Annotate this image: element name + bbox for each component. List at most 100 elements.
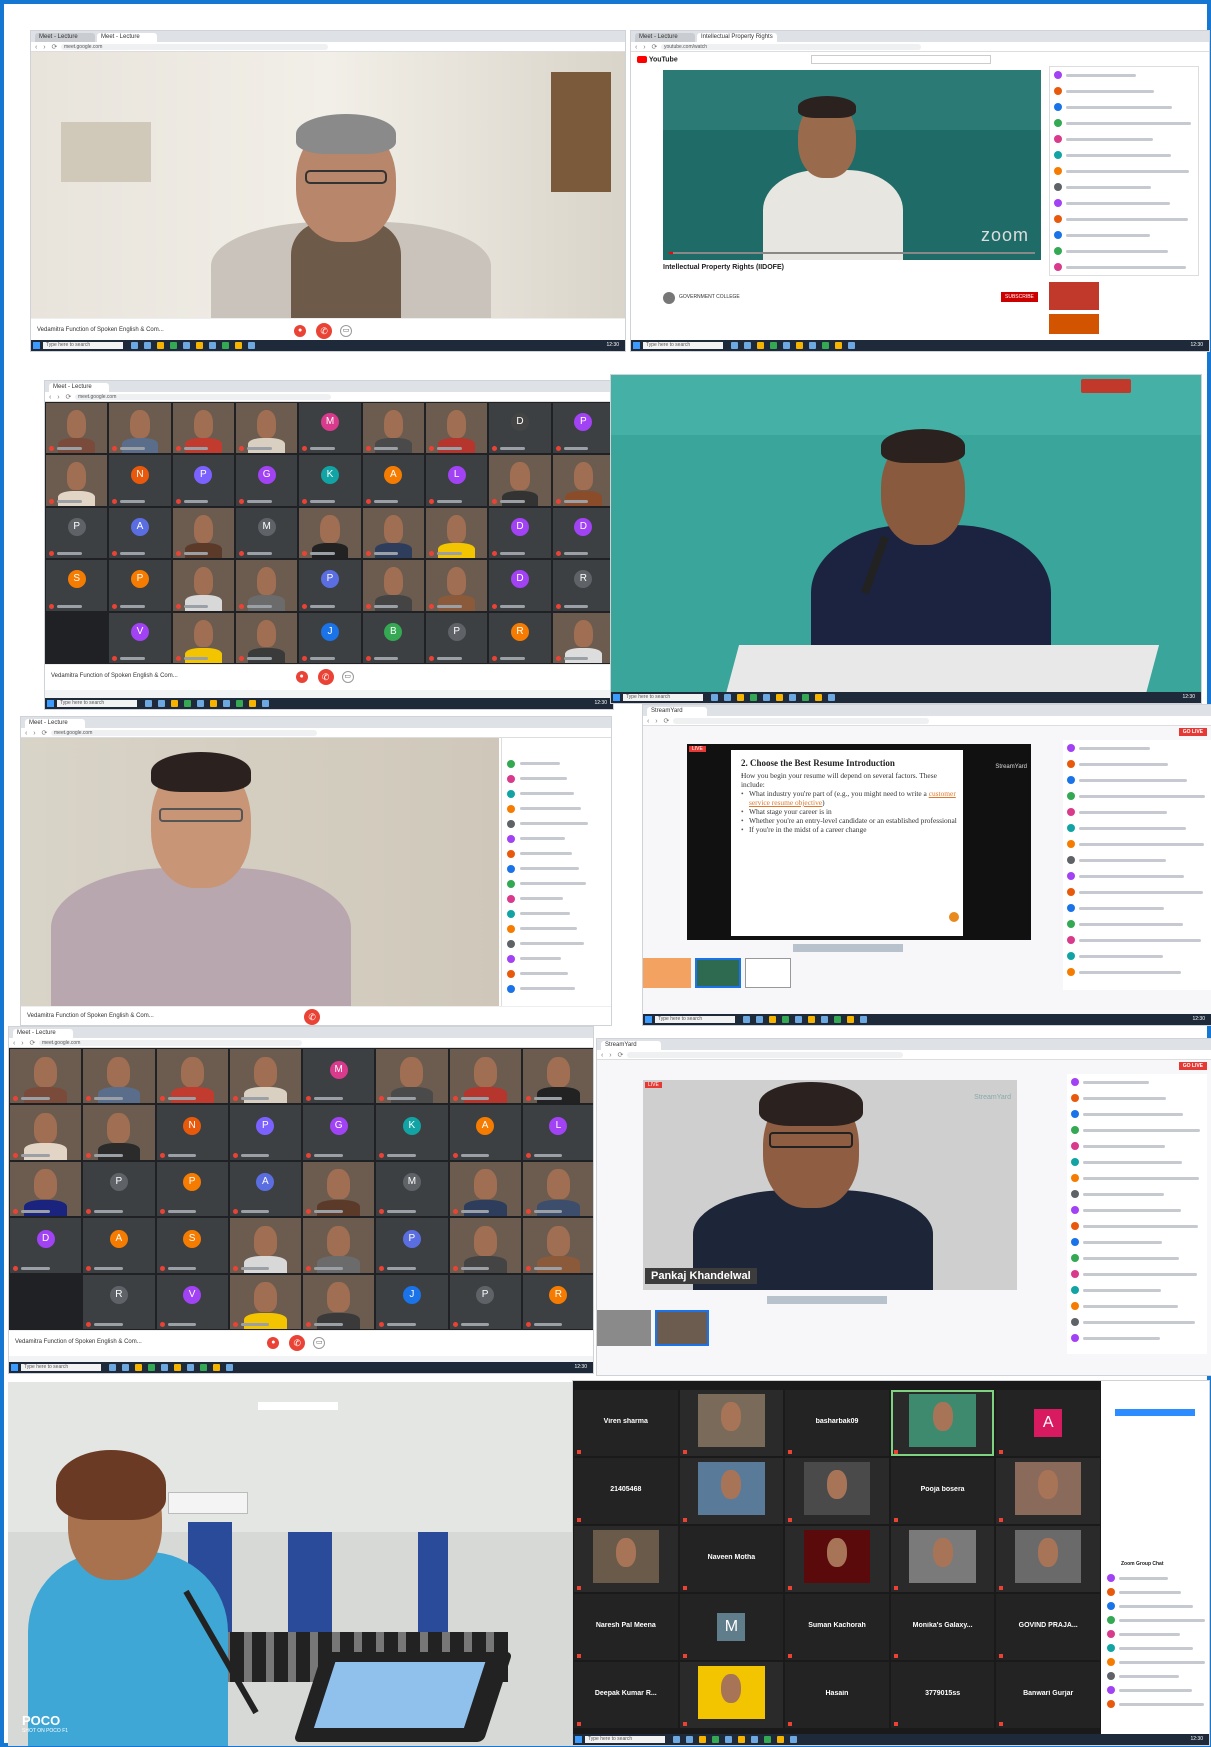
participant-tile[interactable]	[46, 455, 108, 506]
participant-list-item[interactable]	[502, 861, 611, 876]
participant-tile[interactable]: G	[303, 1105, 375, 1160]
zoom-participant-tile[interactable]: 21405468	[574, 1458, 678, 1524]
participant-tile[interactable]: A	[229, 1161, 301, 1217]
participant-list-item[interactable]	[502, 801, 611, 816]
youtube-player[interactable]: zoom	[663, 70, 1041, 260]
tab-meet[interactable]: Meet - Lecture	[25, 719, 85, 728]
participant-tile[interactable]	[522, 1218, 593, 1273]
taskbar-search[interactable]: Type here to search	[57, 700, 137, 707]
participant-tile[interactable]	[229, 1274, 301, 1329]
participant-tile[interactable]: B	[362, 612, 424, 663]
participant-tile[interactable]	[303, 1218, 375, 1273]
channel-name[interactable]: GOVERNMENT COLLEGE	[679, 294, 740, 300]
participant-tile[interactable]: S	[46, 560, 108, 611]
participant-tile[interactable]: M	[299, 403, 361, 454]
participant-tile[interactable]	[109, 403, 171, 454]
participant-tile[interactable]	[10, 1049, 82, 1104]
participant-tile[interactable]	[235, 560, 298, 611]
scene-thumb-1[interactable]	[597, 1310, 651, 1346]
participant-list-item[interactable]	[502, 936, 611, 951]
participant-tile[interactable]: R	[83, 1274, 155, 1329]
participant-tile[interactable]: L	[425, 455, 488, 506]
layout-buttons[interactable]	[767, 1296, 887, 1304]
windows-start-icon[interactable]	[633, 342, 640, 349]
participant-tile[interactable]	[172, 507, 234, 559]
participant-tile[interactable]: P	[299, 560, 361, 611]
url-field[interactable]: meet.google.com	[51, 730, 317, 736]
participant-tile[interactable]	[362, 403, 424, 454]
participant-tile[interactable]: L	[522, 1105, 593, 1160]
participant-tile[interactable]	[449, 1161, 521, 1217]
participant-tile[interactable]: V	[156, 1274, 228, 1329]
zoom-participant-tile[interactable]: Naveen Motha	[679, 1526, 784, 1592]
zoom-participant-tile[interactable]	[890, 1526, 995, 1592]
recommended-thumb[interactable]	[1049, 282, 1099, 310]
zoom-participant-tile[interactable]	[679, 1390, 784, 1456]
participant-buttons[interactable]	[1115, 1409, 1195, 1416]
url-field[interactable]: meet.google.com	[75, 394, 331, 400]
nav-arrows-icon[interactable]: ‹ › ⟳	[635, 43, 659, 51]
participant-list-item[interactable]	[502, 906, 611, 921]
phone-end-icon[interactable]: ✆	[304, 1009, 321, 1025]
participant-list-item[interactable]	[502, 951, 611, 966]
participant-tile[interactable]: D	[489, 403, 551, 454]
participant-tile[interactable]	[10, 1274, 82, 1329]
zoom-participant-tile[interactable]: Hasain	[785, 1662, 889, 1728]
participant-tile[interactable]	[10, 1105, 82, 1160]
participant-tile[interactable]: A	[449, 1105, 521, 1160]
participant-tile[interactable]	[425, 507, 488, 559]
taskbar-search[interactable]: Type here to search	[643, 342, 723, 349]
participant-tile[interactable]: G	[235, 455, 298, 506]
participant-tile[interactable]	[362, 560, 424, 611]
mic-off-icon[interactable]: ●	[294, 325, 307, 337]
zoom-participant-tile[interactable]: basharbak09	[785, 1390, 889, 1456]
participant-tile[interactable]: J	[299, 612, 361, 663]
participant-tile[interactable]: N	[156, 1105, 228, 1160]
participant-tile[interactable]: P	[552, 403, 613, 454]
nav-arrows-icon[interactable]: ‹ › ⟳	[25, 729, 49, 737]
zoom-participant-tile[interactable]	[679, 1458, 784, 1524]
tab-meet[interactable]: Meet - Lecture	[35, 33, 95, 42]
participant-tile[interactable]	[489, 455, 551, 506]
participant-tile[interactable]	[229, 1218, 301, 1273]
tab-streamyard[interactable]: StreamYard	[647, 707, 707, 716]
participant-tile[interactable]	[229, 1049, 301, 1104]
participant-tile[interactable]: K	[376, 1105, 448, 1160]
participant-tile[interactable]: P	[156, 1161, 228, 1217]
participant-tile[interactable]: R	[552, 560, 613, 611]
participant-tile[interactable]	[522, 1161, 593, 1217]
participant-tile[interactable]: D	[10, 1218, 82, 1273]
taskbar-search[interactable]: Type here to search	[623, 694, 703, 701]
participant-tile[interactable]: P	[449, 1274, 521, 1329]
nav-arrows-icon[interactable]: ‹ › ⟳	[647, 717, 671, 725]
participant-tile[interactable]: R	[489, 612, 551, 663]
participant-tile[interactable]	[83, 1105, 155, 1160]
zoom-participant-tile[interactable]: Monika's Galaxy...	[890, 1594, 995, 1660]
taskbar-search[interactable]: Type here to search	[43, 342, 123, 349]
participant-tile[interactable]: P	[83, 1161, 155, 1217]
participant-tile[interactable]: D	[489, 507, 551, 559]
participant-tile[interactable]: J	[376, 1274, 448, 1329]
zoom-participant-tile[interactable]	[785, 1526, 889, 1592]
participant-tile[interactable]: D	[552, 507, 613, 559]
participant-tile[interactable]: P	[229, 1105, 301, 1160]
participant-tile[interactable]: M	[235, 507, 298, 559]
participant-tile[interactable]: A	[362, 455, 424, 506]
zoom-participant-tile[interactable]: M	[679, 1594, 784, 1660]
participant-tile[interactable]	[449, 1049, 521, 1104]
participant-list-item[interactable]	[502, 756, 611, 771]
camera-icon[interactable]: ▭	[340, 325, 353, 337]
tab-meet[interactable]: Meet - Lecture	[49, 383, 109, 392]
scene-thumb-1[interactable]	[643, 958, 691, 988]
windows-start-icon[interactable]	[11, 1364, 18, 1371]
participant-list-item[interactable]	[502, 966, 611, 981]
participant-tile[interactable]	[46, 403, 108, 454]
url-field[interactable]	[627, 1052, 904, 1058]
go-live-button[interactable]: GO LIVE	[1178, 1062, 1207, 1070]
nav-arrows-icon[interactable]: ‹ › ⟳	[35, 43, 59, 51]
windows-start-icon[interactable]	[613, 694, 620, 701]
participant-tile[interactable]: P	[425, 612, 488, 663]
nav-arrows-icon[interactable]: ‹ › ⟳	[601, 1051, 625, 1059]
participant-tile[interactable]	[172, 560, 234, 611]
zoom-participant-tile[interactable]	[996, 1526, 1100, 1592]
